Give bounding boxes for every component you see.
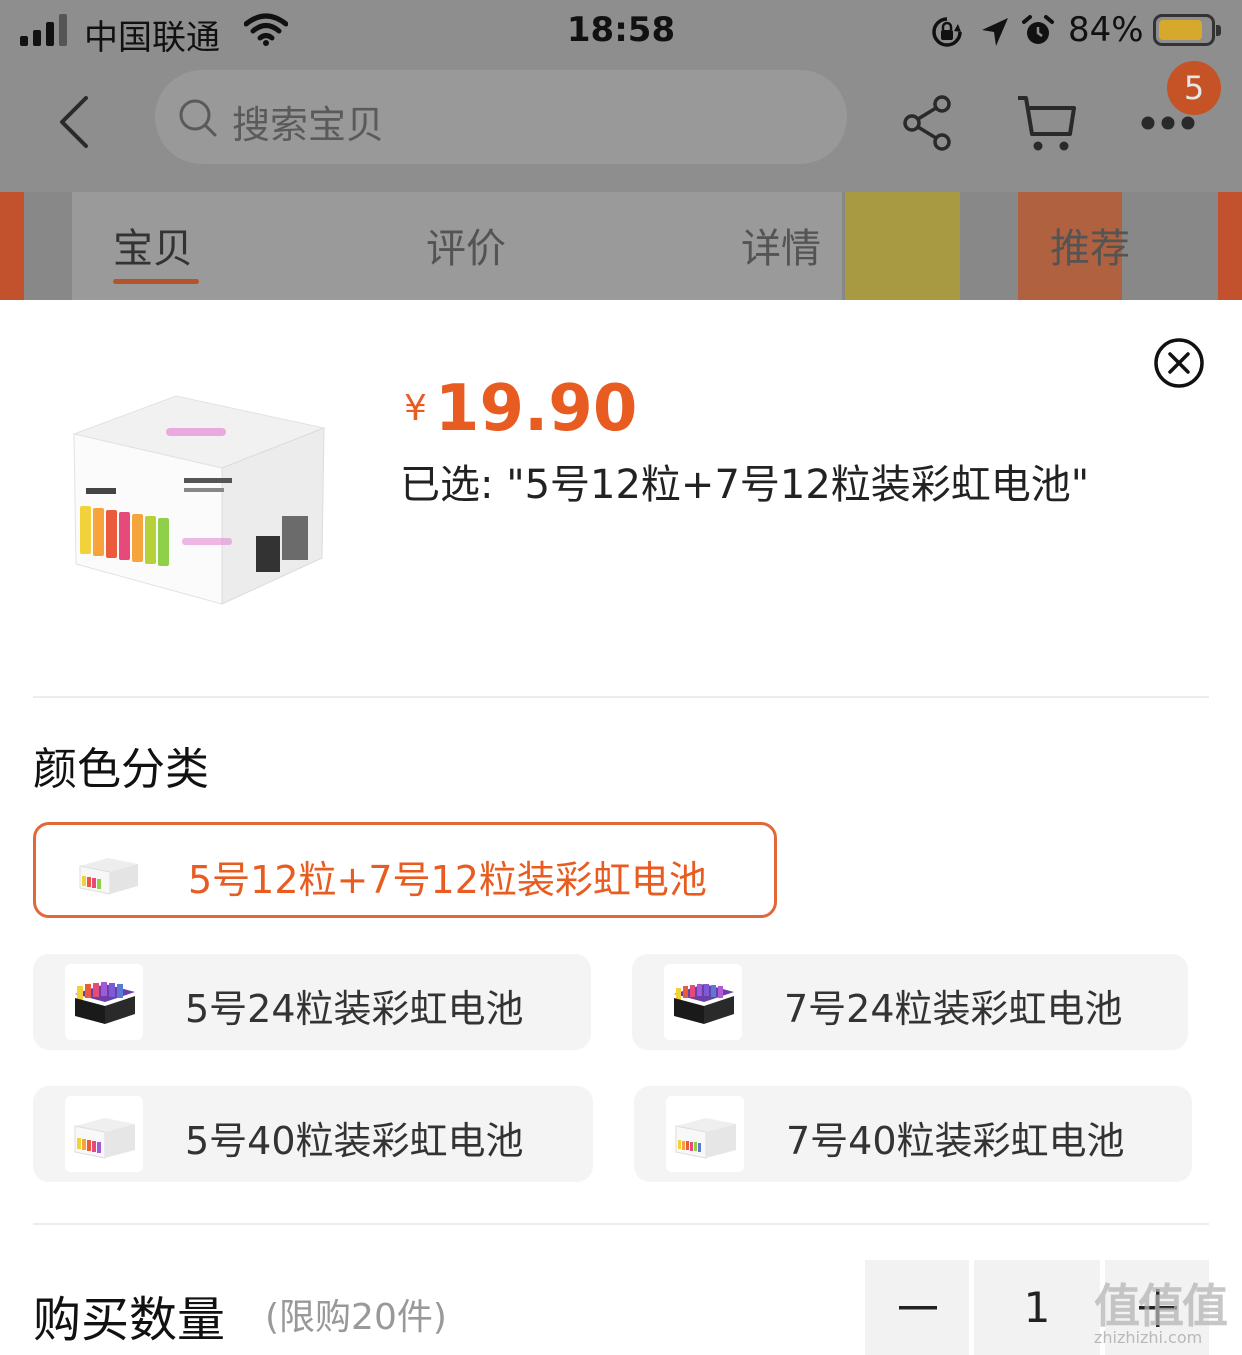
quantity-title: 购买数量 bbox=[33, 1292, 226, 1348]
tab-reviews[interactable]: 评价 bbox=[426, 216, 506, 274]
decrease-quantity-button[interactable] bbox=[865, 1260, 969, 1355]
quantity-value[interactable]: 1 bbox=[974, 1260, 1100, 1355]
price-value: 19.90 bbox=[434, 372, 638, 446]
variant-label: 5号24粒装彩虹电池 bbox=[185, 987, 524, 1031]
variant-option-4[interactable]: 5号40粒装彩虹电池 bbox=[33, 1086, 593, 1182]
battery-percentage: 84% bbox=[1068, 10, 1144, 50]
active-tab-indicator bbox=[113, 279, 199, 284]
status-bar: 中国联通 18:58 84% bbox=[0, 0, 1242, 64]
clock-time: 18:58 bbox=[566, 10, 676, 50]
variant-thumbnail bbox=[65, 1096, 143, 1172]
variant-thumbnail bbox=[664, 964, 742, 1040]
variant-label: 7号40粒装彩虹电池 bbox=[786, 1119, 1125, 1163]
back-arrow-icon[interactable] bbox=[52, 94, 96, 150]
watermark-url: zhizhizhi.com bbox=[1094, 1328, 1203, 1347]
tab-details[interactable]: 详情 bbox=[741, 216, 821, 274]
alarm-clock-icon bbox=[1022, 15, 1054, 44]
tab-recommend[interactable]: 推荐 bbox=[1050, 216, 1130, 274]
variant-section-title: 颜色分类 bbox=[33, 744, 209, 795]
variant-label: 5号40粒装彩虹电池 bbox=[185, 1119, 524, 1163]
close-icon[interactable] bbox=[1153, 337, 1205, 389]
divider bbox=[33, 1223, 1209, 1225]
rotation-lock-icon bbox=[932, 17, 962, 47]
variant-label: 5号12粒+7号12粒装彩虹电池 bbox=[188, 858, 707, 902]
watermark: 值值值 zhizhizhi.com bbox=[1092, 1270, 1242, 1355]
variant-thumbnail bbox=[65, 964, 143, 1040]
location-arrow-icon bbox=[982, 18, 1008, 46]
variant-option-2[interactable]: 5号24粒装彩虹电池 bbox=[33, 954, 591, 1050]
product-image bbox=[72, 395, 326, 605]
variant-option-1[interactable]: 5号12粒+7号12粒装彩虹电池 bbox=[33, 822, 777, 918]
more-menu-icon[interactable] bbox=[1140, 115, 1196, 131]
battery-icon bbox=[1153, 14, 1221, 46]
watermark-logo: 值值值 bbox=[1094, 1279, 1228, 1333]
purchase-limit-text: (限购20件) bbox=[265, 1297, 447, 1338]
divider bbox=[33, 696, 1209, 698]
variant-thumbnail bbox=[68, 832, 146, 908]
variant-thumbnail bbox=[666, 1096, 744, 1172]
minus-icon bbox=[899, 1306, 937, 1310]
selected-variant-text: 已选: "5号12粒+7号12粒装彩虹电池" bbox=[400, 462, 1090, 508]
variant-label: 7号24粒装彩虹电池 bbox=[784, 987, 1123, 1031]
search-icon bbox=[179, 99, 217, 137]
share-icon[interactable] bbox=[900, 94, 954, 152]
search-placeholder: 搜索宝贝 bbox=[232, 103, 385, 147]
variant-option-5[interactable]: 7号40粒装彩虹电池 bbox=[634, 1086, 1192, 1182]
currency-symbol: ¥ bbox=[404, 388, 427, 429]
variant-option-3[interactable]: 7号24粒装彩虹电池 bbox=[632, 954, 1188, 1050]
cart-count-badge: 5 bbox=[1167, 61, 1221, 115]
tab-baobei[interactable]: 宝贝 bbox=[113, 216, 193, 274]
price-display: ¥19.90 bbox=[404, 372, 637, 446]
cart-icon[interactable] bbox=[1016, 94, 1078, 154]
search-bar[interactable]: 搜索宝贝 bbox=[155, 70, 847, 164]
